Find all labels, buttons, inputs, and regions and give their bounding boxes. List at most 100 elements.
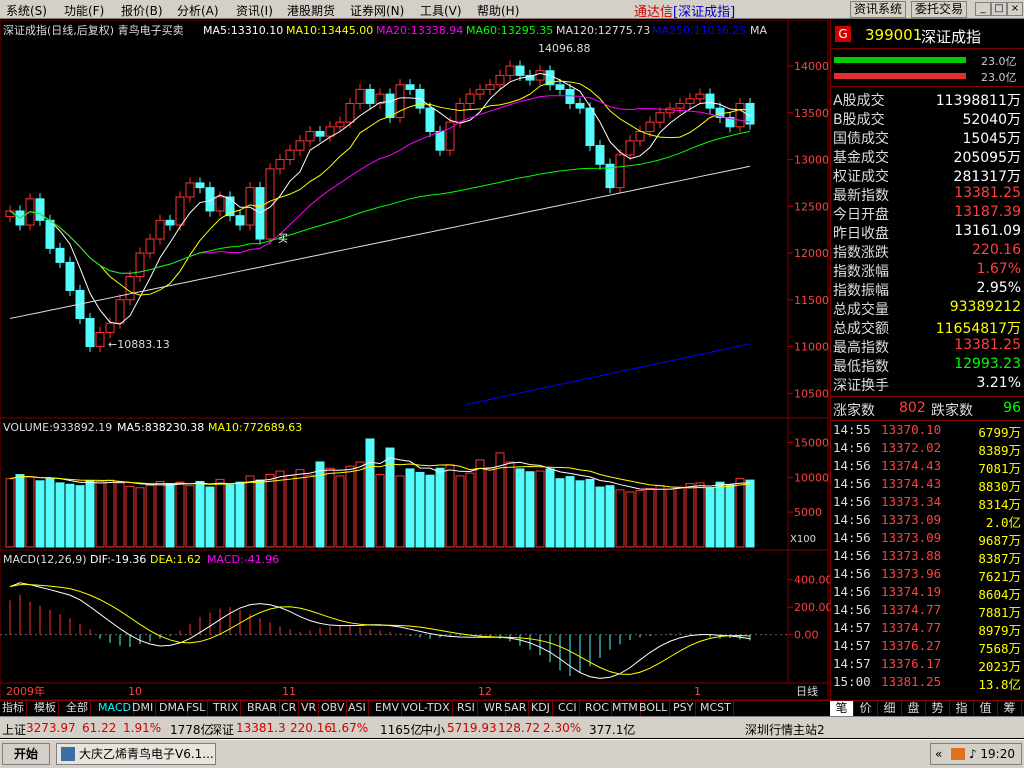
sh-percent: 1.91% bbox=[123, 721, 162, 735]
volume-bar bbox=[615, 489, 625, 548]
candle-body bbox=[435, 131, 445, 151]
indicator-tab[interactable]: CCI bbox=[556, 701, 580, 716]
chevron-left-icon[interactable]: « bbox=[935, 744, 942, 764]
volume-bar bbox=[565, 476, 575, 548]
tick-volume: 8389万 bbox=[978, 443, 1021, 458]
taskbar-app-button[interactable]: 大庆乙烯青鸟电子V6.1... bbox=[56, 743, 216, 765]
tick-time: 14:57 bbox=[833, 638, 871, 653]
indicator-tab[interactable]: EMV bbox=[373, 701, 402, 716]
quote-tab[interactable]: 细 bbox=[878, 701, 902, 716]
stat-row: 昨日收盘 13161.09 bbox=[831, 223, 1024, 242]
menu-analysis[interactable]: 分析(A) bbox=[177, 2, 219, 19]
indicator-tab[interactable]: OBV bbox=[319, 701, 348, 716]
sz-percent: 1.67% bbox=[330, 721, 369, 735]
quote-tab[interactable]: 笔 bbox=[830, 701, 854, 716]
speaker-icon[interactable]: ♪ bbox=[969, 744, 977, 764]
tray-app-icon[interactable] bbox=[951, 748, 965, 760]
indicator-tab[interactable]: BRAR bbox=[245, 701, 280, 716]
indicator-tab[interactable]: TRIX bbox=[211, 701, 242, 716]
stat-label: 国债成交 bbox=[833, 131, 889, 147]
tick-volume: 9687万 bbox=[978, 533, 1021, 548]
candle-body bbox=[85, 318, 95, 348]
indicator-tab[interactable]: MACD bbox=[96, 701, 134, 716]
sz-value[interactable]: 13381.3 bbox=[236, 721, 286, 735]
volume-bar bbox=[165, 483, 175, 548]
zx-value[interactable]: 5719.93 bbox=[447, 721, 497, 735]
indicator-tab[interactable]: PSY bbox=[671, 701, 697, 716]
volume-bar bbox=[15, 474, 25, 548]
volume-bar bbox=[85, 480, 95, 548]
price-tick-label: 14000 bbox=[794, 60, 829, 73]
volume-bar bbox=[405, 468, 415, 548]
sh-value[interactable]: 3273.97 bbox=[26, 721, 76, 735]
g-badge[interactable]: G bbox=[835, 26, 851, 42]
tick-volume: 7568万 bbox=[978, 641, 1021, 656]
volume-bar bbox=[275, 470, 285, 548]
quote-tab[interactable]: 价 bbox=[854, 701, 878, 716]
indicator-tab[interactable]: ROC bbox=[583, 701, 612, 716]
volume-bar bbox=[725, 484, 735, 548]
stat-value: 3.21% bbox=[976, 375, 1021, 391]
candle-body bbox=[655, 112, 665, 123]
minimize-button[interactable]: _ bbox=[975, 2, 991, 16]
candle-body bbox=[125, 275, 135, 301]
indicator-tab[interactable]: VOL-TDX bbox=[400, 701, 453, 716]
market-breadth: 涨家数 802 跌家数 96 bbox=[831, 400, 1024, 419]
indicator-tab[interactable]: DMA bbox=[157, 701, 188, 716]
indicator-tab[interactable]: BOLL bbox=[637, 701, 671, 716]
indicator-tab[interactable]: MCST bbox=[698, 701, 734, 716]
ma120-line bbox=[9, 165, 751, 319]
indicator-tab[interactable]: CR bbox=[279, 701, 300, 716]
start-button[interactable]: 开始 bbox=[2, 743, 50, 765]
indicator-tab[interactable]: 指标 bbox=[0, 701, 27, 716]
candle-body bbox=[385, 93, 395, 118]
indicator-tab[interactable]: 全部 bbox=[64, 701, 91, 716]
trade-button[interactable]: 委托交易 bbox=[911, 1, 968, 18]
menu-tools[interactable]: 工具(V) bbox=[420, 2, 462, 19]
quote-tab[interactable]: 势 bbox=[926, 701, 950, 716]
menu-bar: 系统(S) 功能(F) 报价(B) 分析(A) 资讯(I) 港股期货 证券网(N… bbox=[0, 0, 1024, 20]
volume-bar bbox=[155, 480, 165, 548]
tick-row: 14:55 13370.10 6799万 bbox=[831, 422, 1024, 440]
menu-quote[interactable]: 报价(B) bbox=[121, 2, 163, 19]
indicator-tab[interactable]: 模板 bbox=[32, 701, 59, 716]
index-name: 深证成指 bbox=[921, 28, 982, 46]
info-system-button[interactable]: 资讯系统 bbox=[850, 1, 907, 18]
indicator-tab[interactable]: SAR bbox=[502, 701, 530, 716]
stat-label: 指数涨跌 bbox=[833, 245, 889, 261]
volume-bar bbox=[295, 469, 305, 548]
quote-tab[interactable]: 筹 bbox=[998, 701, 1022, 716]
menu-hk-futures[interactable]: 港股期货 bbox=[287, 2, 335, 19]
stat-row: 指数涨幅 1.67% bbox=[831, 261, 1024, 280]
candle-body bbox=[215, 196, 225, 212]
menu-securities-net[interactable]: 证券网(N) bbox=[350, 2, 404, 19]
menu-help[interactable]: 帮助(H) bbox=[477, 2, 519, 19]
quote-tab[interactable]: 盘 bbox=[902, 701, 926, 716]
indicator-tab[interactable]: ASI bbox=[346, 701, 369, 716]
period-label[interactable]: 日线 bbox=[796, 684, 818, 698]
indicator-tab[interactable]: KDJ bbox=[529, 701, 553, 716]
indicator-tab[interactable]: VR bbox=[299, 701, 320, 716]
tick-volume: 6799万 bbox=[978, 425, 1021, 440]
menu-function[interactable]: 功能(F) bbox=[64, 2, 104, 19]
maximize-button[interactable]: □ bbox=[991, 2, 1007, 16]
stat-value: 281317万 bbox=[953, 169, 1021, 185]
menu-info[interactable]: 资讯(I) bbox=[236, 2, 273, 19]
menu-system[interactable]: 系统(S) bbox=[6, 2, 47, 19]
kline-chart-area[interactable]: 10500 11000 11500 12000 12500 13000 13500 14000… bbox=[0, 20, 830, 700]
candle-body bbox=[555, 84, 565, 90]
tick-price: 13373.09 bbox=[881, 512, 942, 527]
indicator-tab[interactable]: DMI bbox=[130, 701, 157, 716]
indicator-tab[interactable]: FSL bbox=[184, 701, 209, 716]
tick-time: 14:56 bbox=[833, 566, 871, 581]
close-button[interactable]: × bbox=[1007, 2, 1023, 16]
stat-label: 指数振幅 bbox=[833, 283, 889, 299]
indicator-tab[interactable]: RSI bbox=[455, 701, 478, 716]
stat-value: 93389212 bbox=[949, 299, 1021, 315]
quote-tab[interactable]: 指 bbox=[950, 701, 974, 716]
server-name[interactable]: 深圳行情主站2 bbox=[745, 721, 825, 738]
ma5-line bbox=[9, 73, 751, 325]
tick-price: 13376.17 bbox=[881, 656, 942, 671]
stat-row: 权证成交 281317万 bbox=[831, 166, 1024, 185]
quote-tab[interactable]: 值 bbox=[974, 701, 998, 716]
